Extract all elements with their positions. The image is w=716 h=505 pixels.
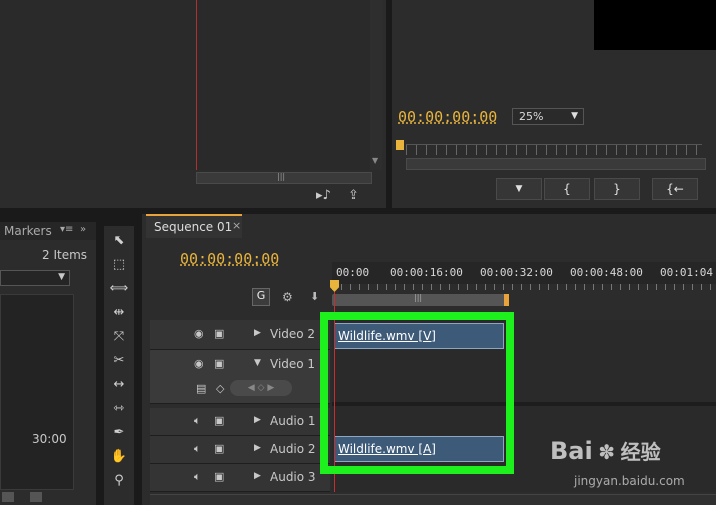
source-monitor-panel: ▼ ||| ▸♪ ⇪: [0, 0, 386, 208]
expand-track-icon[interactable]: ▶: [254, 415, 261, 425]
time-ruler[interactable]: 00:00 00:00:16:00 00:00:32:00 00:00:48:0…: [332, 262, 716, 284]
eye-icon[interactable]: ◉: [194, 327, 204, 340]
new-bin-icon[interactable]: [2, 492, 14, 502]
track-name: Audio 2: [270, 442, 316, 456]
add-marker-button[interactable]: ▼: [496, 178, 542, 200]
razor-tool-icon[interactable]: ✂: [108, 350, 130, 370]
keyframe-icon[interactable]: ◇: [216, 382, 224, 395]
project-item-list: [0, 294, 74, 490]
filter-dropdown[interactable]: ▼: [0, 270, 70, 286]
markers-tab[interactable]: Markers ▾≡ »: [0, 222, 96, 240]
new-item-icon[interactable]: [30, 492, 42, 502]
track-name: Video 2: [270, 327, 316, 341]
program-video-frame: [594, 0, 716, 50]
track-header-audio2[interactable]: 🔈︎ ▣ ▶ Audio 2: [150, 436, 330, 464]
program-scrollbar[interactable]: [406, 158, 706, 170]
sync-lock-icon[interactable]: ▣: [214, 442, 224, 455]
project-panel: Markers ▾≡ » 2 Items ▼ 30:00: [0, 222, 96, 505]
ruler-label: 00:01:04: [660, 266, 713, 279]
speaker-icon[interactable]: 🔈︎: [194, 470, 201, 484]
sync-lock-icon[interactable]: ▣: [214, 470, 224, 483]
close-icon[interactable]: ×: [232, 219, 241, 232]
display-style-icon[interactable]: ▤: [196, 382, 206, 395]
track-header-video1[interactable]: ◉ ▣ ▼ Video 1 ▤ ◇ ◀ ◇ ▶: [150, 350, 330, 404]
zoom-value: 25%: [519, 110, 544, 123]
program-monitor-panel: 00:00:00:00 25% ▼ ▼ { } {←: [392, 0, 716, 208]
sequence-timecode[interactable]: 00:00:00:00: [180, 250, 279, 268]
timeline-scrollbar[interactable]: [150, 494, 716, 505]
track-name: Audio 1: [270, 414, 316, 428]
speaker-icon[interactable]: 🔈︎: [194, 442, 201, 456]
ruler-ticks: [332, 284, 716, 290]
scroll-down-arrow-icon[interactable]: ▼: [372, 156, 378, 165]
export-audio-icon[interactable]: ▸♪: [316, 188, 331, 203]
tools-panel: ⬉ ⬚ ⟺ ⇹ ⤧ ✂ ↔ ⇿ ✒ ✋ ⚲: [104, 226, 134, 505]
panel-menu-icon[interactable]: ▾≡: [60, 224, 73, 235]
program-playhead-marker-icon[interactable]: [396, 140, 404, 150]
horizontal-scrollbar[interactable]: |||: [196, 172, 372, 184]
collapse-track-icon[interactable]: ▼: [254, 358, 261, 368]
hand-tool-icon[interactable]: ✋: [108, 446, 130, 466]
track-select-tool-icon[interactable]: ⬚: [108, 254, 130, 274]
slip-tool-icon[interactable]: ↔: [108, 374, 130, 394]
sync-lock-icon[interactable]: ▣: [214, 327, 224, 340]
work-area-grip-icon[interactable]: |||: [414, 293, 422, 302]
playhead-icon[interactable]: [330, 280, 339, 292]
chevron-down-icon: ▼: [58, 272, 65, 282]
ruler-label: 00:00:48:00: [570, 266, 643, 279]
expand-track-icon[interactable]: ▶: [254, 471, 261, 481]
sync-lock-icon[interactable]: ▣: [214, 414, 224, 427]
paw-icon: ✽: [598, 440, 616, 464]
track-name: Video 1: [270, 357, 316, 371]
zoom-select[interactable]: 25% ▼: [512, 108, 584, 125]
highlight-box: [320, 312, 514, 474]
keyframe-nav[interactable]: ◀ ◇ ▶: [230, 380, 292, 396]
pen-tool-icon[interactable]: ✒: [108, 422, 130, 442]
slide-tool-icon[interactable]: ⇿: [108, 398, 130, 418]
go-to-in-button[interactable]: {←: [652, 178, 698, 200]
ruler-label: 00:00: [336, 266, 370, 279]
snap-icon[interactable]: G: [252, 288, 270, 306]
expand-track-icon[interactable]: ▶: [254, 443, 261, 453]
sequence-tab[interactable]: Sequence 01 ×: [146, 214, 242, 238]
track-header-video2[interactable]: ◉ ▣ ▶ Video 2: [150, 320, 330, 350]
scroll-grip-icon[interactable]: |||: [277, 172, 285, 181]
mark-out-button[interactable]: }: [594, 178, 640, 200]
watermark-brand: Bai: [550, 437, 593, 465]
baidu-watermark-logo: Bai ✽ 经验: [550, 436, 710, 470]
eye-icon[interactable]: ◉: [194, 357, 204, 370]
markers-tab-label: Markers: [4, 224, 52, 238]
zoom-tool-icon[interactable]: ⚲: [108, 470, 130, 490]
work-area-bar[interactable]: |||: [332, 293, 508, 306]
program-timecode[interactable]: 00:00:00:00: [398, 108, 497, 126]
track-header-audio3[interactable]: 🔈︎ ▣ ▶ Audio 3: [150, 464, 330, 492]
rolling-edit-tool-icon[interactable]: ⇹: [108, 302, 130, 322]
ripple-edit-tool-icon[interactable]: ⟺: [108, 278, 130, 298]
ruler-label: 00:00:16:00: [390, 266, 463, 279]
source-monitor-viewport: [0, 0, 372, 170]
track-header-audio1[interactable]: 🔈︎ ▣ ▶ Audio 1: [150, 408, 330, 436]
items-count: 2 Items: [42, 248, 88, 262]
vertical-scrollbar[interactable]: ▼: [370, 0, 382, 170]
panel-expand-icon[interactable]: »: [80, 224, 86, 235]
rate-stretch-tool-icon[interactable]: ⤧: [108, 326, 130, 346]
sequence-tab-label: Sequence 01: [154, 220, 233, 234]
expand-track-icon[interactable]: ▶: [254, 328, 261, 338]
source-playhead-line: [196, 0, 197, 170]
ruler-label: 00:00:32:00: [480, 266, 553, 279]
program-time-ruler[interactable]: [406, 144, 702, 155]
watermark-brand-cn: 经验: [620, 440, 661, 464]
work-area-end-icon[interactable]: [504, 294, 509, 306]
sync-lock-icon[interactable]: ▣: [214, 357, 224, 370]
item-duration: 30:00: [32, 432, 67, 446]
chevron-down-icon: ▼: [571, 111, 578, 121]
watermark-url: jingyan.baidu.com: [574, 474, 685, 488]
track-name: Audio 3: [270, 470, 316, 484]
mark-in-button[interactable]: {: [544, 178, 590, 200]
selection-tool-icon[interactable]: ⬉: [108, 230, 130, 250]
export-frame-icon[interactable]: ⇪: [348, 188, 359, 203]
set-marker-icon[interactable]: ⚙: [282, 290, 293, 304]
speaker-icon[interactable]: 🔈︎: [194, 414, 201, 428]
marker-icon[interactable]: ⬇: [310, 290, 319, 303]
